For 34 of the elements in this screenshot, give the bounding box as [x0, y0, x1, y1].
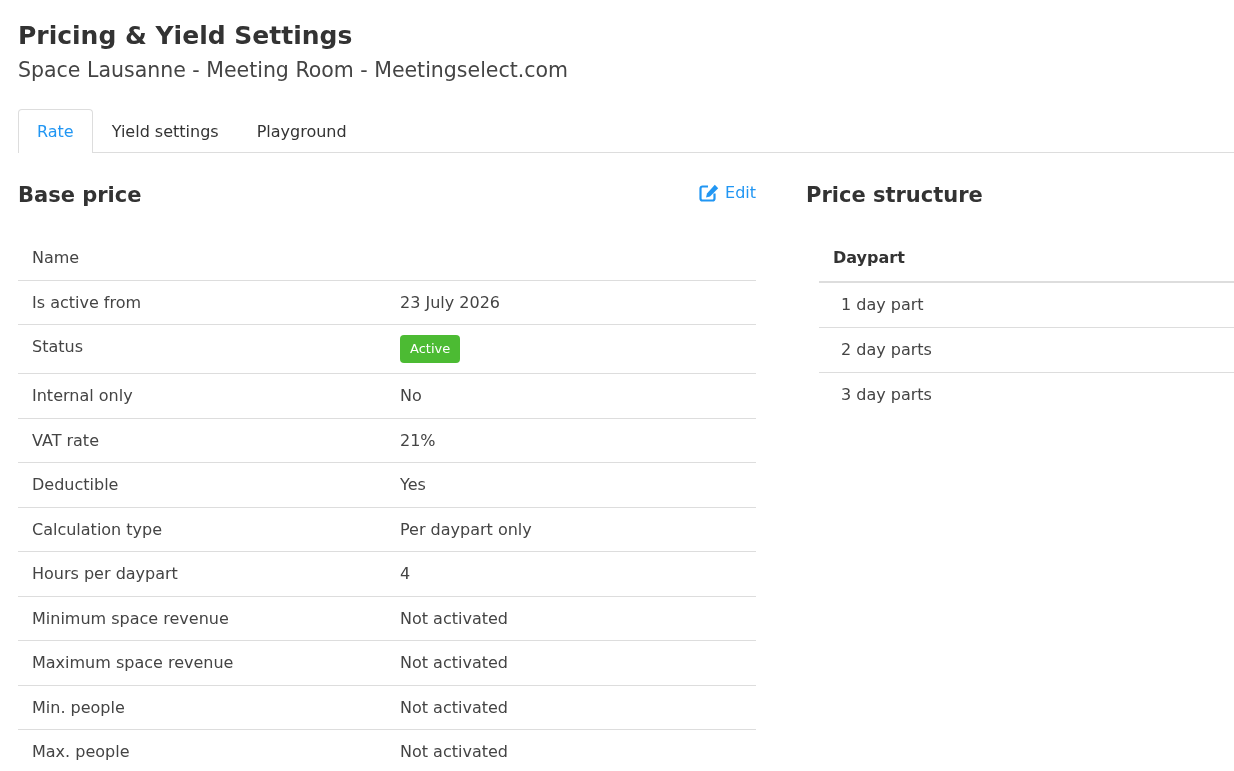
table-cell: 1 day part — [841, 295, 924, 314]
page-title: Pricing & Yield Settings — [18, 20, 353, 52]
table-cell-text: Min. people — [31, 696, 125, 719]
tab[interactable]: Playground — [237, 109, 366, 153]
table-cell-text: 4 — [400, 563, 411, 585]
table-cell-text: Not activated — [400, 652, 508, 674]
table-cell-text: Yes — [400, 474, 426, 496]
page-subtitle: Space Lausanne - Meeting Room - Meetingselect.com — [18, 57, 569, 84]
table-cell: 3 day parts — [841, 385, 932, 404]
status-badge: Active — [400, 335, 461, 363]
table-cell-text: Max. people — [31, 741, 130, 763]
table-cell-text: Internal only — [31, 385, 133, 407]
table-cell-text: Deductible — [31, 474, 119, 496]
table-cell-text: Calculation type — [31, 518, 163, 541]
table-cell: 2 day parts — [841, 340, 932, 359]
table-cell-text: Not activated — [400, 741, 508, 763]
table-cell-text: Not activated — [400, 696, 508, 719]
table-cell-text: 21% — [400, 429, 436, 452]
table-cell-text: Hours per daypart — [31, 563, 178, 585]
table-cell-text: 23 July 2026 — [400, 291, 501, 314]
table-cell-text: Not activated — [400, 607, 508, 630]
section-title: Base price — [18, 182, 142, 209]
table-cell-text: Name — [31, 247, 80, 269]
edit-icon — [699, 184, 719, 202]
table-cell-text: Per daypart only — [400, 518, 532, 541]
section-title: Price structure — [806, 182, 983, 209]
table-cell-text: Status — [31, 336, 83, 358]
tab[interactable]: Yield settings — [92, 109, 238, 153]
table-cell-text: Maximum space revenue — [31, 652, 234, 674]
table-cell-text: Minimum space revenue — [31, 607, 229, 630]
table-cell-text: Is active from — [31, 291, 142, 314]
column-header: Daypart — [833, 248, 905, 267]
table-cell-text: VAT rate — [31, 429, 99, 452]
table-cell-text: No — [400, 385, 422, 407]
